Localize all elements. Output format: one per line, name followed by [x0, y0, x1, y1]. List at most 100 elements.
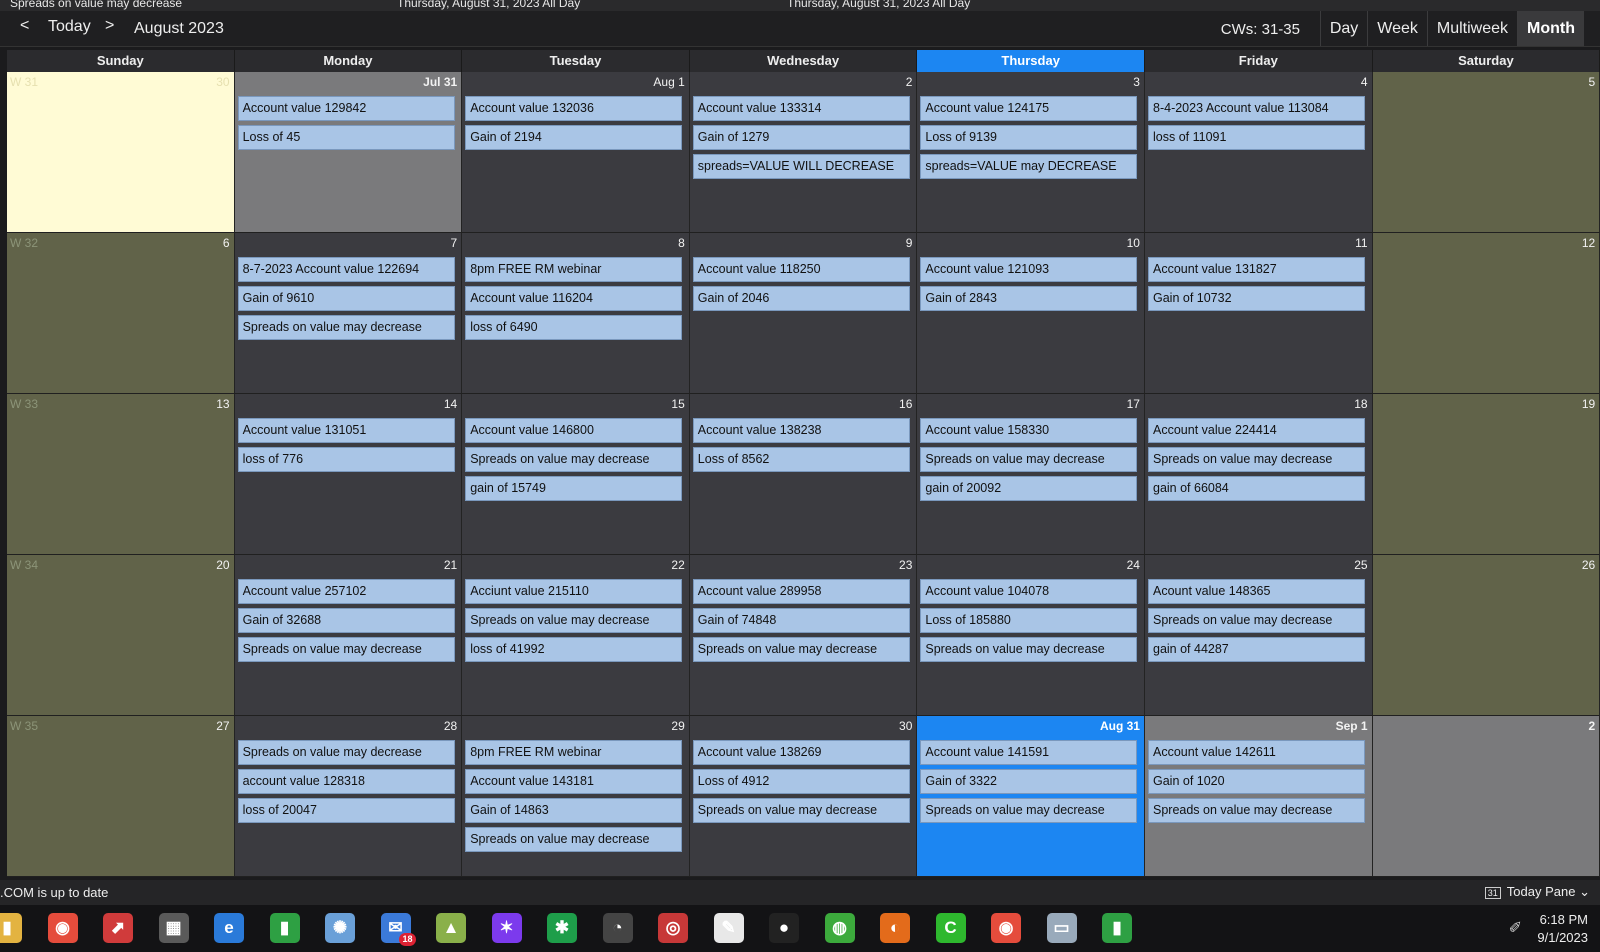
pdf-app-icon[interactable]: ⬈ [103, 913, 133, 943]
day-cell[interactable]: 30 Account value 138269 Loss of 4912 Spread… [689, 716, 918, 877]
day-cell[interactable]: 4 8-4-2023 Account value 113084 loss of 11… [1145, 72, 1373, 233]
day-cell[interactable]: 7 8-7-2023 Account value 122694 Gain of 96… [234, 233, 463, 394]
calendar-event[interactable]: Gain of 3322 [920, 769, 1138, 794]
calendar-event[interactable]: Account value 131051 [237, 418, 455, 443]
calendar-event[interactable]: Gain of 10732 [1148, 286, 1365, 311]
calendar-event[interactable]: Gain of 9610 [237, 286, 455, 311]
trading-chart-alt-icon[interactable]: ▮ [1102, 913, 1132, 943]
day-cell[interactable]: W 34 20 [7, 555, 235, 716]
calendar-event[interactable]: Spreads on value may decrease [465, 447, 683, 472]
pen-icon[interactable]: ✐ [1509, 918, 1522, 938]
view-month-button[interactable]: Month [1517, 11, 1584, 46]
calendar-event[interactable]: 8pm FREE RM webinar [465, 740, 683, 765]
day-cell[interactable]: 22 Acciunt value 215110 Spreads on value m… [462, 555, 690, 716]
calendar-event[interactable]: loss of 41992 [465, 637, 683, 662]
calendar-event[interactable]: Account value 124175 [920, 96, 1138, 121]
day-cell[interactable]: W 31 30 [7, 72, 235, 233]
day-cell[interactable]: 2 Account value 133314 Gain of 1279 spreads… [689, 72, 918, 233]
brain-app-icon[interactable]: ✺ [325, 913, 355, 943]
calendar-event[interactable]: Account value 138269 [692, 740, 910, 765]
calendar-event[interactable]: spreads=VALUE may DECREASE [920, 154, 1138, 179]
day-cell[interactable]: 9 Account value 118250 Gain of 2046 [689, 233, 918, 394]
calendar-event[interactable]: Loss of 4912 [692, 769, 910, 794]
next-month-button[interactable]: > [105, 17, 114, 35]
calendar-event[interactable]: Spreads on value may decrease [692, 637, 910, 662]
calendar-event[interactable]: Account value 116204 [465, 286, 683, 311]
map-app-icon[interactable]: ▲ [436, 913, 466, 943]
calendar-event[interactable]: Gain of 2046 [692, 286, 910, 311]
day-cell[interactable]: 21 Account value 257102 Gain of 32688 Sprea… [234, 555, 463, 716]
calendar-event[interactable]: Gain of 14863 [465, 798, 683, 823]
calendar-event[interactable]: 8pm FREE RM webinar [465, 257, 683, 282]
day-cell[interactable]: 10 Account value 121093 Gain of 2843 [917, 233, 1145, 394]
calendar-event[interactable]: Account value 133314 [692, 96, 910, 121]
calendar-event[interactable]: 8-7-2023 Account value 122694 [237, 257, 455, 282]
thunderbird-icon[interactable]: ✉ 18 [380, 913, 416, 946]
calendar-event[interactable]: Loss of 185880 [920, 608, 1138, 633]
day-cell[interactable]: 17 Account value 158330 Spreads on value m… [917, 394, 1145, 555]
calendar-event[interactable]: Account value 132036 [465, 96, 683, 121]
calendar-event[interactable]: loss of 20047 [237, 798, 455, 823]
trading-chart-icon[interactable]: ▮ [269, 913, 300, 943]
calendar-event[interactable]: loss of 11091 [1148, 125, 1365, 150]
calendar-event[interactable]: Spreads on value may decrease [920, 637, 1138, 662]
day-cell[interactable]: 16 Account value 138238 Loss of 8562 [689, 394, 918, 555]
calendar-event[interactable]: Account value 121093 [920, 257, 1138, 282]
calendar-event[interactable]: Loss of 45 [237, 125, 455, 150]
acrobat-icon[interactable]: ✎ [713, 913, 744, 943]
today-button[interactable]: Today [48, 18, 91, 36]
day-cell[interactable]: Aug 1 Account value 132036 Gain of 2194 [462, 72, 690, 233]
c-app-icon[interactable]: C [935, 913, 966, 943]
shield-icon[interactable]: ◎ [658, 913, 688, 943]
day-cell[interactable]: 19 [1372, 394, 1600, 555]
day-cell[interactable]: 18 Account value 224414 Spreads on value m… [1145, 394, 1373, 555]
day-cell[interactable]: W 33 13 [7, 394, 235, 555]
system-clock[interactable]: 6:18 PM 9/1/2023 [1537, 911, 1588, 947]
file-explorer-icon[interactable]: ▮ [0, 913, 22, 943]
calendar-event[interactable]: Gain of 74848 [692, 608, 910, 633]
calendar-event[interactable]: Account value 257102 [237, 579, 455, 604]
calendar-event[interactable]: Loss of 8562 [692, 447, 910, 472]
calendar-event[interactable]: Gain of 1279 [692, 125, 910, 150]
day-cell[interactable]: 24 Account value 104078 Loss of 185880 Spre… [917, 555, 1145, 716]
monitor-app-icon[interactable]: ▭ [1046, 913, 1077, 943]
calendar-event[interactable]: Account value 104078 [920, 579, 1138, 604]
calendar-event[interactable]: gain of 15749 [465, 476, 683, 501]
calendar-event[interactable]: Spreads on value may decrease [237, 637, 455, 662]
day-cell[interactable]: 14 Account value 131051 loss of 776 [234, 394, 463, 555]
calendar-event[interactable]: loss of 6490 [465, 315, 683, 340]
calendar-event[interactable]: Gain of 2843 [920, 286, 1138, 311]
chrome-alt-icon[interactable]: ◉ [991, 913, 1021, 943]
calendar-event[interactable]: Spreads on value may decrease [465, 608, 683, 633]
view-day-button[interactable]: Day [1319, 11, 1367, 46]
chrome-icon[interactable]: ◉ [47, 913, 78, 943]
day-cell[interactable]: 8 8pm FREE RM webinar Account value 116204… [462, 233, 690, 394]
calendar-event[interactable]: Account value 138238 [692, 418, 910, 443]
calendar-event[interactable]: Account value 131827 [1148, 257, 1365, 282]
day-cell[interactable]: 2 [1372, 716, 1600, 877]
green-star-icon[interactable]: ✱ [547, 913, 577, 943]
calendar-event[interactable]: account value 128318 [237, 769, 455, 794]
calendar-event[interactable]: Spreads on value may decrease [1148, 447, 1365, 472]
speedometer-icon[interactable]: ◔ [602, 913, 633, 943]
day-cell[interactable]: 28 Spreads on value may decrease account v… [234, 716, 463, 877]
edge-icon[interactable]: e [214, 913, 244, 943]
day-cell[interactable]: Jul 31 Account value 129842 Loss of 45 [234, 72, 463, 233]
day-cell[interactable]: 3 Account value 124175 Loss of 9139 spreads… [917, 72, 1145, 233]
calendar-event[interactable]: Account value 289958 [692, 579, 910, 604]
calendar-event[interactable]: Spreads on value may decrease [920, 798, 1138, 823]
calendar-event[interactable]: Account value 141591 [920, 740, 1138, 765]
day-cell[interactable]: Aug 31 Account value 141591 Gain of 3322 Sp… [917, 716, 1145, 877]
green-globe-icon[interactable]: ◍ [824, 913, 855, 943]
calendar-event[interactable]: Account value 224414 [1148, 418, 1365, 443]
calendar-event[interactable]: Spreads on value may decrease [1148, 798, 1365, 823]
calendar-event[interactable]: loss of 776 [237, 447, 455, 472]
calendar-event[interactable]: Loss of 9139 [920, 125, 1138, 150]
calendar-event[interactable]: Acciunt value 215110 [465, 579, 683, 604]
calendar-event[interactable]: Account value 143181 [465, 769, 683, 794]
day-cell[interactable]: 25 Acount value 148365 Spreads on value ma… [1145, 555, 1373, 716]
day-cell[interactable]: 29 8pm FREE RM webinar Account value 14318… [462, 716, 690, 877]
calendar-event[interactable]: 8-4-2023 Account value 113084 [1148, 96, 1365, 121]
day-cell[interactable]: Sep 1 Account value 142611 Gain of 1020 Spr… [1145, 716, 1373, 877]
view-week-button[interactable]: Week [1367, 11, 1427, 46]
